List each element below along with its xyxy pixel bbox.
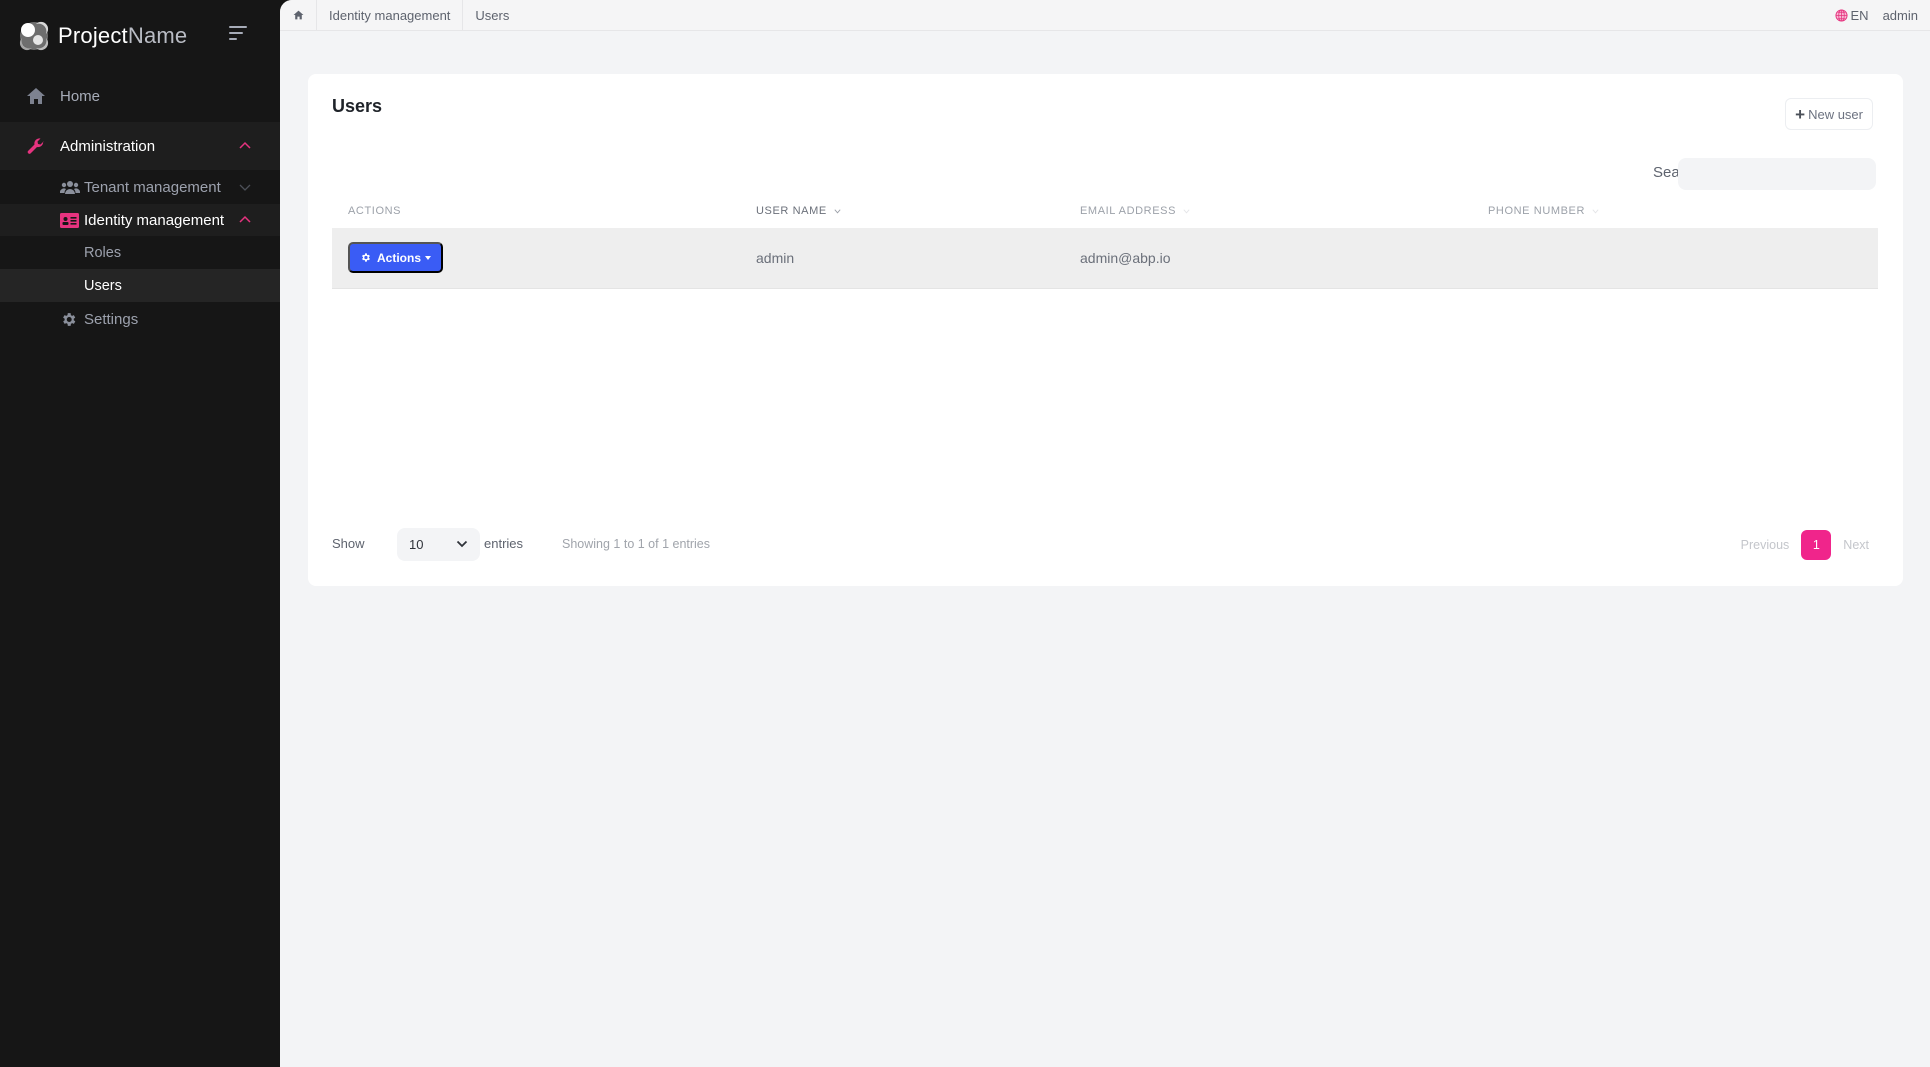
brand[interactable]: ProjectName bbox=[18, 18, 187, 54]
sidebar-item-label: Home bbox=[60, 87, 101, 105]
sidebar-item-label: Settings bbox=[84, 310, 139, 328]
topbar-right: EN admin bbox=[1834, 0, 1918, 31]
sidebar-item-settings[interactable]: Settings bbox=[0, 302, 280, 336]
breadcrumb: Identity management Users bbox=[280, 0, 521, 31]
chevron-down-icon bbox=[239, 184, 251, 191]
sidebar-item-label: Roles bbox=[84, 244, 122, 261]
logo-icon bbox=[19, 21, 49, 51]
sidebar-item-roles[interactable]: Roles bbox=[0, 236, 280, 269]
main-content: Identity management Users EN admin Users… bbox=[280, 0, 1930, 1067]
cell-username: admin bbox=[756, 250, 795, 266]
pagination: Previous 1 Next bbox=[1741, 530, 1869, 560]
wrench-icon bbox=[26, 136, 46, 156]
new-user-label: New user bbox=[1808, 106, 1863, 122]
home-icon bbox=[26, 86, 46, 106]
chevron-down-icon bbox=[456, 540, 468, 548]
column-header-actions: Actions bbox=[348, 205, 402, 217]
table-info: Showing 1 to 1 of 1 entries bbox=[562, 537, 711, 551]
globe-icon bbox=[1834, 9, 1848, 22]
sidebar-item-home[interactable]: Home bbox=[0, 78, 280, 114]
cell-email: admin@abp.io bbox=[1080, 250, 1171, 266]
user-menu[interactable]: admin bbox=[1883, 8, 1918, 23]
topbar: Identity management Users EN admin bbox=[280, 0, 1930, 31]
sidebar-item-administration[interactable]: Administration bbox=[0, 122, 280, 170]
breadcrumb-home[interactable] bbox=[280, 0, 317, 31]
column-header-label: Phone number bbox=[1488, 205, 1586, 217]
brand-name: ProjectName bbox=[58, 23, 188, 48]
plus-icon: + bbox=[1795, 104, 1806, 124]
next-page-button[interactable]: Next bbox=[1843, 538, 1869, 552]
show-label: Show bbox=[332, 536, 365, 551]
previous-page-button[interactable]: Previous bbox=[1741, 538, 1790, 552]
chevron-up-icon bbox=[239, 141, 251, 149]
column-header-label: User name bbox=[756, 205, 827, 217]
language-label: EN bbox=[1850, 8, 1869, 23]
column-header-phone[interactable]: Phone number bbox=[1488, 205, 1600, 217]
sidebar: ProjectName Home Administration Tenant m… bbox=[0, 0, 280, 1067]
column-header-label: Email address bbox=[1080, 205, 1177, 217]
id-card-icon bbox=[60, 212, 79, 228]
search-input[interactable] bbox=[1678, 158, 1876, 190]
page-title: Users bbox=[332, 96, 383, 116]
sort-desc-icon bbox=[834, 208, 841, 214]
caret-down-icon bbox=[425, 255, 432, 260]
gear-icon bbox=[362, 253, 370, 262]
language-selector[interactable]: EN bbox=[1834, 8, 1869, 23]
sidebar-item-label: Identity management bbox=[84, 211, 225, 229]
page-size-select[interactable]: 10 bbox=[397, 528, 480, 561]
actions-dropdown-button[interactable]: Actions bbox=[348, 242, 444, 273]
users-icon bbox=[60, 179, 80, 195]
sidebar-toggle-button[interactable] bbox=[229, 26, 251, 44]
page-size-value: 10 bbox=[409, 537, 424, 552]
column-header-username[interactable]: User name bbox=[756, 205, 842, 217]
sort-icon bbox=[1183, 208, 1190, 214]
sort-icon bbox=[1592, 208, 1599, 214]
sidebar-item-identity-management[interactable]: Identity management bbox=[0, 204, 280, 236]
column-header-email[interactable]: Email address bbox=[1080, 205, 1191, 217]
sidebar-item-label: Administration bbox=[60, 137, 156, 155]
users-card: Users + New user Search Actions User nam… bbox=[308, 74, 1903, 586]
sidebar-item-users[interactable]: Users bbox=[0, 269, 280, 302]
new-user-button[interactable]: + New user bbox=[1785, 98, 1873, 130]
sidebar-item-tenant-management[interactable]: Tenant management bbox=[0, 170, 280, 204]
table-row: Actions admin admin@abp.io bbox=[332, 228, 1878, 289]
breadcrumb-item-current: Users bbox=[475, 7, 510, 23]
page-button-current[interactable]: 1 bbox=[1801, 530, 1832, 560]
sidebar-item-label: Tenant management bbox=[84, 178, 221, 196]
actions-label: Actions bbox=[377, 250, 422, 265]
gear-icon bbox=[60, 311, 77, 328]
sidebar-item-label: Users bbox=[84, 277, 122, 294]
breadcrumb-item[interactable]: Identity management bbox=[317, 0, 464, 31]
entries-label: entries bbox=[484, 536, 524, 551]
home-icon bbox=[293, 10, 303, 20]
chevron-up-icon bbox=[239, 215, 251, 223]
